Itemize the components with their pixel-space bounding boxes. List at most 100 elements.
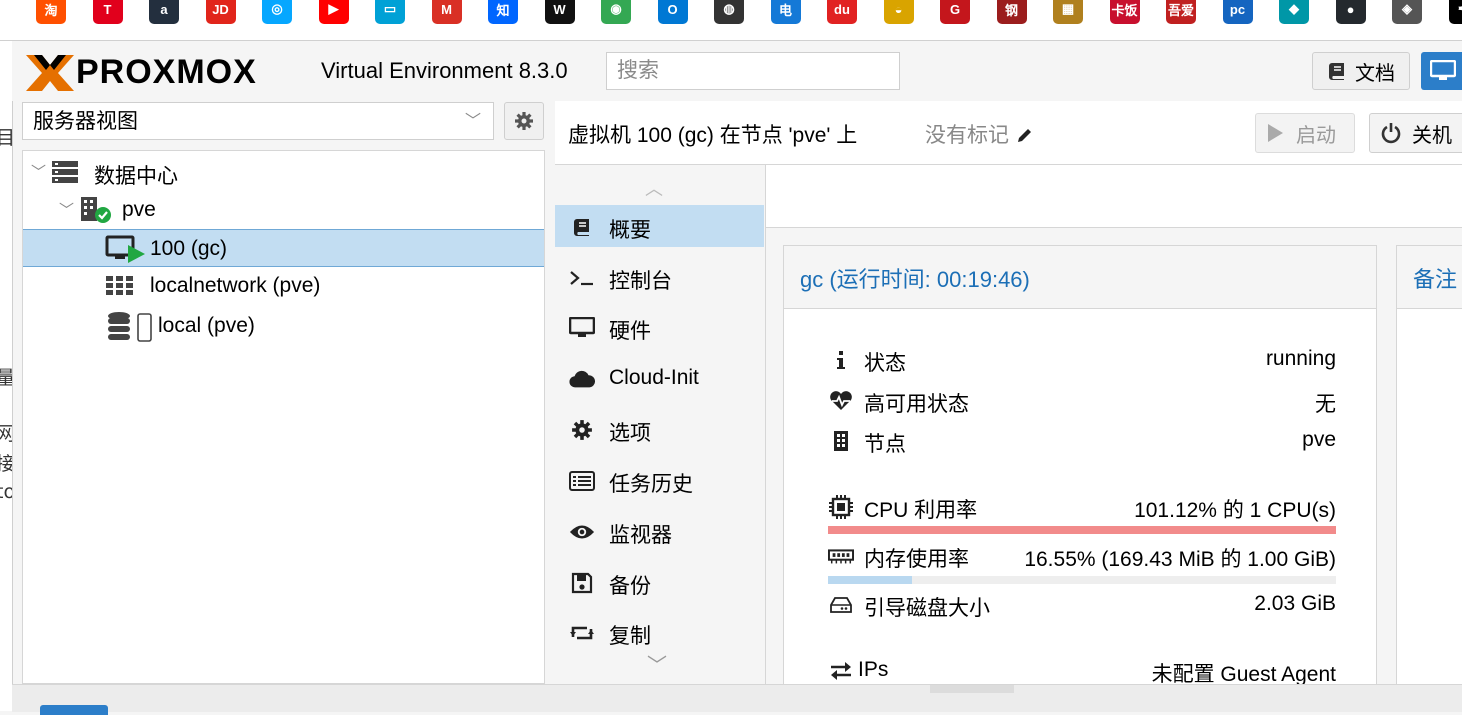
cloud-icon xyxy=(569,369,595,389)
telecom-icon[interactable]: 电 xyxy=(771,0,801,24)
docs-button[interactable]: 文档 xyxy=(1312,52,1410,90)
hdd-icon xyxy=(830,596,852,614)
pattern-icon[interactable]: ▦ xyxy=(1053,0,1083,24)
monitor-icon xyxy=(1430,60,1456,82)
content-panel: 虚拟机 100 (gc) 在节点 'pve' 上 没有标记 启动 关机 ︿ 概要… xyxy=(555,101,1462,684)
nav-item-summary[interactable]: 概要 xyxy=(555,205,764,247)
tags-editor[interactable]: 没有标记 xyxy=(925,119,1034,149)
baidu-netdisk-icon[interactable]: ◎ xyxy=(262,0,292,24)
status-panel-header: gc (运行时间: 00:19:46) xyxy=(784,246,1376,309)
product-version: Virtual Environment 8.3.0 xyxy=(321,58,568,84)
boot-disk-row: 引导磁盘大小 2.03 GiB xyxy=(828,590,1336,620)
panel-splitter-handle[interactable] xyxy=(930,685,1014,693)
seal-icon[interactable]: 钢 xyxy=(997,0,1027,24)
task-log-tab[interactable] xyxy=(40,705,108,715)
outlook-icon[interactable]: O xyxy=(658,0,688,24)
cpu-icon xyxy=(828,494,854,520)
duck-icon[interactable]: ◒ xyxy=(884,0,914,24)
cpu-usage-bar xyxy=(828,526,1336,534)
nav-item-monitor[interactable]: 监视器 xyxy=(555,510,764,552)
zhihu-icon[interactable]: 知 xyxy=(488,0,518,24)
diamond-icon[interactable]: ◆ xyxy=(1279,0,1309,24)
chevron-down-icon[interactable]: ﹀ xyxy=(31,161,46,182)
gmail-icon[interactable]: M xyxy=(432,0,462,24)
proxmox-x-icon xyxy=(24,53,76,93)
view-selector-value: 服务器视图 xyxy=(33,109,138,133)
brand-name: PROXMOX xyxy=(76,53,257,92)
notes-panel-header: 备注 xyxy=(1397,246,1462,309)
tree-item-datacenter[interactable]: ﹀ 数据中心 xyxy=(23,153,544,191)
start-button[interactable]: 启动 xyxy=(1255,113,1355,153)
amazon-icon[interactable]: a xyxy=(149,0,179,24)
map-pin-icon[interactable]: du xyxy=(827,0,857,24)
book-icon xyxy=(1327,61,1347,81)
scroll-down-arrow[interactable]: ﹀ xyxy=(555,645,764,684)
shutdown-label: 关机 xyxy=(1412,119,1452,148)
summary-toolbar xyxy=(766,165,1462,228)
nav-item-task-history[interactable]: 任务历史 xyxy=(555,459,764,501)
nav-item-options[interactable]: 选项 xyxy=(555,408,764,450)
g-icon[interactable]: G xyxy=(940,0,970,24)
pc-icon[interactable]: pc xyxy=(1223,0,1253,24)
play-icon xyxy=(1266,123,1284,143)
background-window-edge: 目 量 网 接 to xyxy=(0,41,13,711)
pen-icon[interactable]: ✒ xyxy=(1449,0,1462,24)
jd-icon[interactable]: JD xyxy=(206,0,236,24)
tree-item-label: 数据中心 xyxy=(94,160,178,190)
datacenter-icon xyxy=(51,160,79,184)
resource-tree: ﹀ 数据中心 ﹀ pve 100 (gc) localnetwork (pve)… xyxy=(22,150,545,684)
start-label: 启动 xyxy=(1296,119,1336,148)
taobao-icon[interactable]: 淘 xyxy=(36,0,66,24)
tree-settings-button[interactable] xyxy=(504,102,544,140)
52pojie-icon[interactable]: 吾爱 xyxy=(1166,0,1196,24)
tree-item-storage[interactable]: local (pve) xyxy=(23,307,544,345)
youtube-icon[interactable]: ▶ xyxy=(319,0,349,24)
nav-item-cloud-init[interactable]: Cloud-Init xyxy=(555,357,764,399)
tree-item-label: pve xyxy=(122,198,156,222)
cpu-usage-row: CPU 利用率 101.12% 的 1 CPU(s) xyxy=(828,492,1336,522)
app-header: PROXMOX Virtual Environment 8.3.0 文档 xyxy=(12,41,1462,101)
wikipedia-icon[interactable]: W xyxy=(545,0,575,24)
github-icon[interactable]: ● xyxy=(1336,0,1366,24)
building-icon xyxy=(833,430,849,452)
sdn-zone-icon xyxy=(105,275,135,297)
docs-label: 文档 xyxy=(1355,57,1395,86)
vm-nav-menu: ︿ 概要 控制台 硬件 Cloud-Init 选项 任务历史 监视器 xyxy=(555,165,766,684)
tmall-icon[interactable]: T xyxy=(93,0,123,24)
eye-icon xyxy=(569,523,595,541)
monitor-icon xyxy=(569,317,595,339)
ha-status-row: 高可用状态 无 xyxy=(828,386,1336,416)
scroll-up-arrow[interactable]: ︿ xyxy=(645,175,663,201)
storage-icon xyxy=(107,311,153,343)
shutdown-button[interactable]: 关机 xyxy=(1369,113,1462,153)
tree-item-sdn[interactable]: localnetwork (pve) xyxy=(23,267,544,305)
tree-item-label: local (pve) xyxy=(158,314,255,338)
node-online-icon xyxy=(79,195,113,225)
kafan-icon[interactable]: 卡饭 xyxy=(1110,0,1140,24)
nav-item-console[interactable]: 控制台 xyxy=(555,256,764,298)
notes-title: 备注 xyxy=(1413,262,1457,294)
nav-item-hardware[interactable]: 硬件 xyxy=(555,306,764,348)
cpu-usage-fill xyxy=(828,526,1336,534)
chrome-icon[interactable]: ◉ xyxy=(601,0,631,24)
terminal-icon xyxy=(569,269,595,287)
memory-usage-bar xyxy=(828,576,1336,584)
vm-running-icon xyxy=(105,235,147,263)
globe-icon[interactable]: ◍ xyxy=(714,0,744,24)
bilibili-icon[interactable]: ▭ xyxy=(375,0,405,24)
nav-item-backup[interactable]: 备份 xyxy=(555,561,764,603)
chevron-down-icon[interactable]: ﹀ xyxy=(59,199,74,220)
search-input[interactable] xyxy=(606,52,900,90)
gear-icon xyxy=(571,419,593,441)
view-selector[interactable]: 服务器视图 ﹀ xyxy=(22,102,494,140)
status-panel: gc (运行时间: 00:19:46) 状态 running 高可用状态 无 节… xyxy=(783,245,1377,684)
floppy-icon xyxy=(571,572,593,594)
tree-item-node[interactable]: ﹀ pve xyxy=(23,191,544,229)
tree-item-vm[interactable]: 100 (gc) xyxy=(23,229,544,267)
chevron-down-icon: ﹀ xyxy=(465,103,481,139)
stack-icon[interactable]: ◈ xyxy=(1392,0,1422,24)
proxmox-logo[interactable]: PROXMOX xyxy=(24,49,324,95)
vm-title: 虚拟机 100 (gc) 在节点 'pve' 上 xyxy=(568,119,857,149)
pencil-icon[interactable] xyxy=(1016,126,1034,144)
console-button[interactable] xyxy=(1421,52,1462,90)
